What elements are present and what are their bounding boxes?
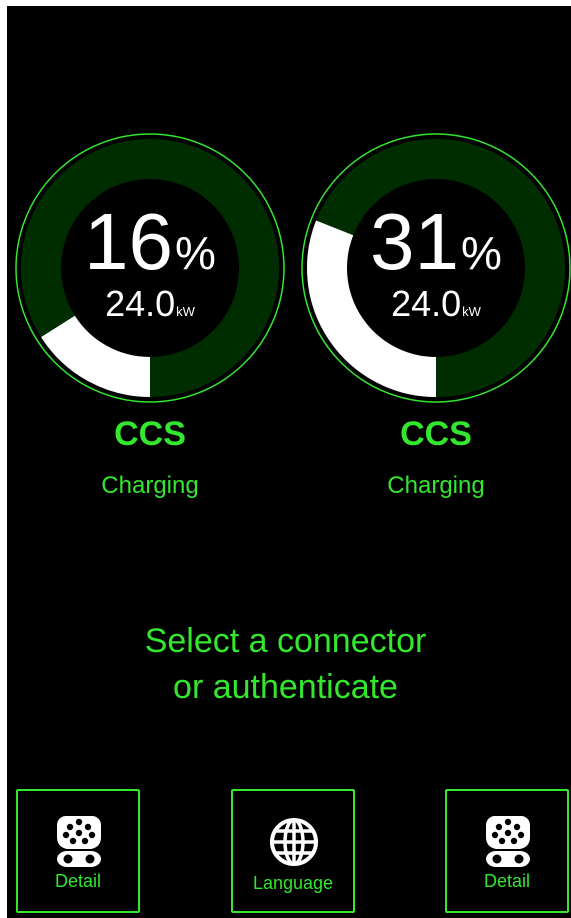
connector-2-power: 24.0kW	[300, 286, 571, 322]
instruction-prompt: Select a connector or authenticate	[0, 618, 571, 710]
connector-2-percent-value: 31	[370, 197, 460, 286]
connector-2-percent: 31%	[300, 202, 571, 282]
connector-1-power-value: 24.0	[105, 283, 176, 324]
prompt-line-2: or authenticate	[173, 668, 398, 706]
connector-2-type: CCS	[400, 415, 472, 453]
connector-1-percent: 16%	[14, 202, 286, 282]
language-button[interactable]: Language	[231, 789, 355, 913]
connector-1-type: CCS	[114, 415, 186, 453]
connector-1-power: 24.0kW	[14, 286, 286, 322]
ev-connector-icon	[486, 816, 530, 867]
connector-1-percent-unit: %	[175, 227, 216, 279]
connector-1-percent-value: 16	[84, 197, 174, 286]
detail-button-right[interactable]: Detail	[445, 789, 569, 913]
detail-button-right-label: Detail	[483, 871, 531, 891]
connector-1-gauge[interactable]: 16% 24.0kW	[14, 132, 286, 404]
globe-icon	[270, 818, 318, 866]
detail-button-left[interactable]: Detail	[16, 789, 140, 913]
connector-2-power-unit: kW	[462, 304, 481, 319]
detail-button-left-label: Detail	[54, 871, 102, 891]
prompt-line-1: Select a connector	[144, 622, 427, 660]
connector-1-status: Charging	[101, 472, 199, 499]
ev-connector-icon	[57, 816, 101, 867]
connector-1-power-unit: kW	[176, 304, 195, 319]
connector-2-power-value: 24.0	[391, 283, 462, 324]
connector-2-percent-unit: %	[461, 227, 502, 279]
screen-border-top	[0, 0, 571, 6]
language-button-label: Language	[252, 873, 334, 893]
connector-2-status: Charging	[387, 472, 485, 499]
screen-border-left	[0, 0, 7, 918]
connector-2-gauge[interactable]: 31% 24.0kW	[300, 132, 571, 404]
